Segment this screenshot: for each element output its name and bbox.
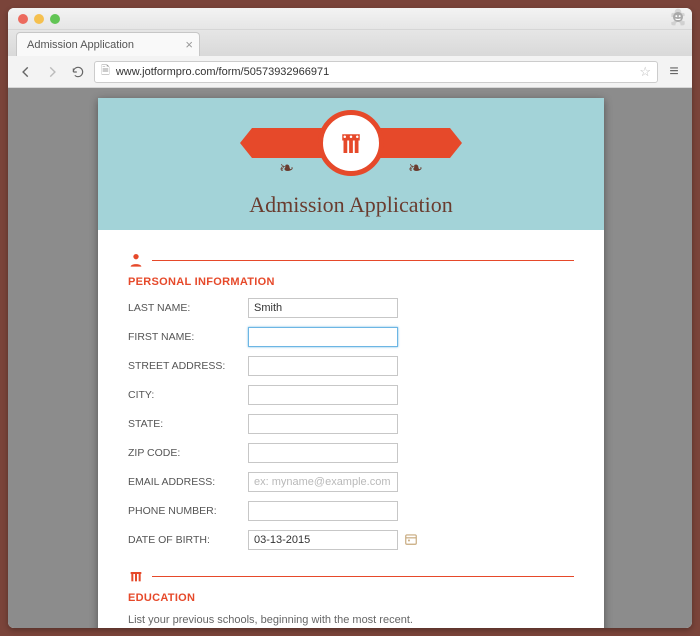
- address-bar[interactable]: 🗎 www.jotformpro.com/form/50573932966971…: [94, 61, 658, 83]
- input-street[interactable]: [248, 356, 398, 376]
- minimize-window-button[interactable]: [34, 14, 44, 24]
- row-zip: ZIP CODE:: [128, 443, 574, 463]
- emblem-medallion: [318, 110, 384, 176]
- label-phone: PHONE NUMBER:: [128, 505, 248, 517]
- building-icon: [128, 568, 144, 584]
- zoom-window-button[interactable]: [50, 14, 60, 24]
- label-email: EMAIL ADDRESS:: [128, 476, 248, 488]
- label-street: STREET ADDRESS:: [128, 360, 248, 372]
- window-titlebar: [8, 8, 692, 30]
- form-title: Admission Application: [98, 192, 604, 218]
- page-viewport: ❧ ❧ Admission Application PERSONAL INFOR…: [8, 88, 692, 628]
- input-city[interactable]: [248, 385, 398, 405]
- label-last-name: LAST NAME:: [128, 302, 248, 314]
- tab-title: Admission Application: [27, 39, 179, 51]
- browser-window: Admission Application × 🗎 www.jotformpro…: [8, 8, 692, 628]
- input-zip[interactable]: [248, 443, 398, 463]
- row-street: STREET ADDRESS:: [128, 356, 574, 376]
- laurel-left-icon: ❧: [279, 158, 294, 179]
- input-email[interactable]: [248, 472, 398, 492]
- section-title-education: EDUCATION: [128, 592, 574, 604]
- label-zip: ZIP CODE:: [128, 447, 248, 459]
- form-header: ❧ ❧ Admission Application: [98, 98, 604, 230]
- ribbon-left: [252, 128, 322, 158]
- chrome-menu-button[interactable]: ≡: [664, 62, 684, 82]
- label-first-name: FIRST NAME:: [128, 331, 248, 343]
- toolbar: 🗎 www.jotformpro.com/form/50573932966971…: [8, 56, 692, 88]
- section-hint-education: List your previous schools, beginning wi…: [128, 614, 574, 626]
- row-first-name: FIRST NAME:: [128, 327, 574, 347]
- row-state: STATE:: [128, 414, 574, 434]
- person-icon: [128, 252, 144, 268]
- traffic-lights: [8, 14, 60, 24]
- laurel-right-icon: ❧: [408, 158, 423, 179]
- input-first-name[interactable]: [248, 327, 398, 347]
- section-title-personal: PERSONAL INFORMATION: [128, 276, 574, 288]
- bookmark-star-icon[interactable]: ☆: [639, 64, 651, 80]
- reload-button[interactable]: [68, 62, 88, 82]
- url-text: www.jotformpro.com/form/50573932966971: [116, 66, 639, 78]
- form-page: ❧ ❧ Admission Application PERSONAL INFOR…: [98, 98, 604, 628]
- input-state[interactable]: [248, 414, 398, 434]
- browser-tab[interactable]: Admission Application ×: [16, 32, 200, 56]
- label-state: STATE:: [128, 418, 248, 430]
- forward-button[interactable]: [42, 62, 62, 82]
- back-button[interactable]: [16, 62, 36, 82]
- row-city: CITY:: [128, 385, 574, 405]
- label-city: CITY:: [128, 389, 248, 401]
- row-phone: PHONE NUMBER:: [128, 501, 574, 521]
- label-dob: DATE OF BIRTH:: [128, 534, 248, 546]
- section-divider-personal: [128, 252, 574, 268]
- section-divider-education: [128, 568, 574, 584]
- input-phone[interactable]: [248, 501, 398, 521]
- calendar-icon[interactable]: [404, 532, 418, 549]
- input-last-name[interactable]: [248, 298, 398, 318]
- ribbon-right: [380, 128, 450, 158]
- input-dob[interactable]: [248, 530, 398, 550]
- row-email: EMAIL ADDRESS:: [128, 472, 574, 492]
- close-window-button[interactable]: [18, 14, 28, 24]
- extension-icon[interactable]: [668, 8, 692, 31]
- page-icon: 🗎: [101, 62, 110, 81]
- row-last-name: LAST NAME:: [128, 298, 574, 318]
- row-dob: DATE OF BIRTH:: [128, 530, 574, 550]
- close-tab-icon[interactable]: ×: [179, 37, 193, 52]
- tab-strip: Admission Application ×: [8, 30, 692, 56]
- form-body: PERSONAL INFORMATION LAST NAME: FIRST NA…: [98, 230, 604, 628]
- header-emblem: ❧ ❧: [98, 110, 604, 176]
